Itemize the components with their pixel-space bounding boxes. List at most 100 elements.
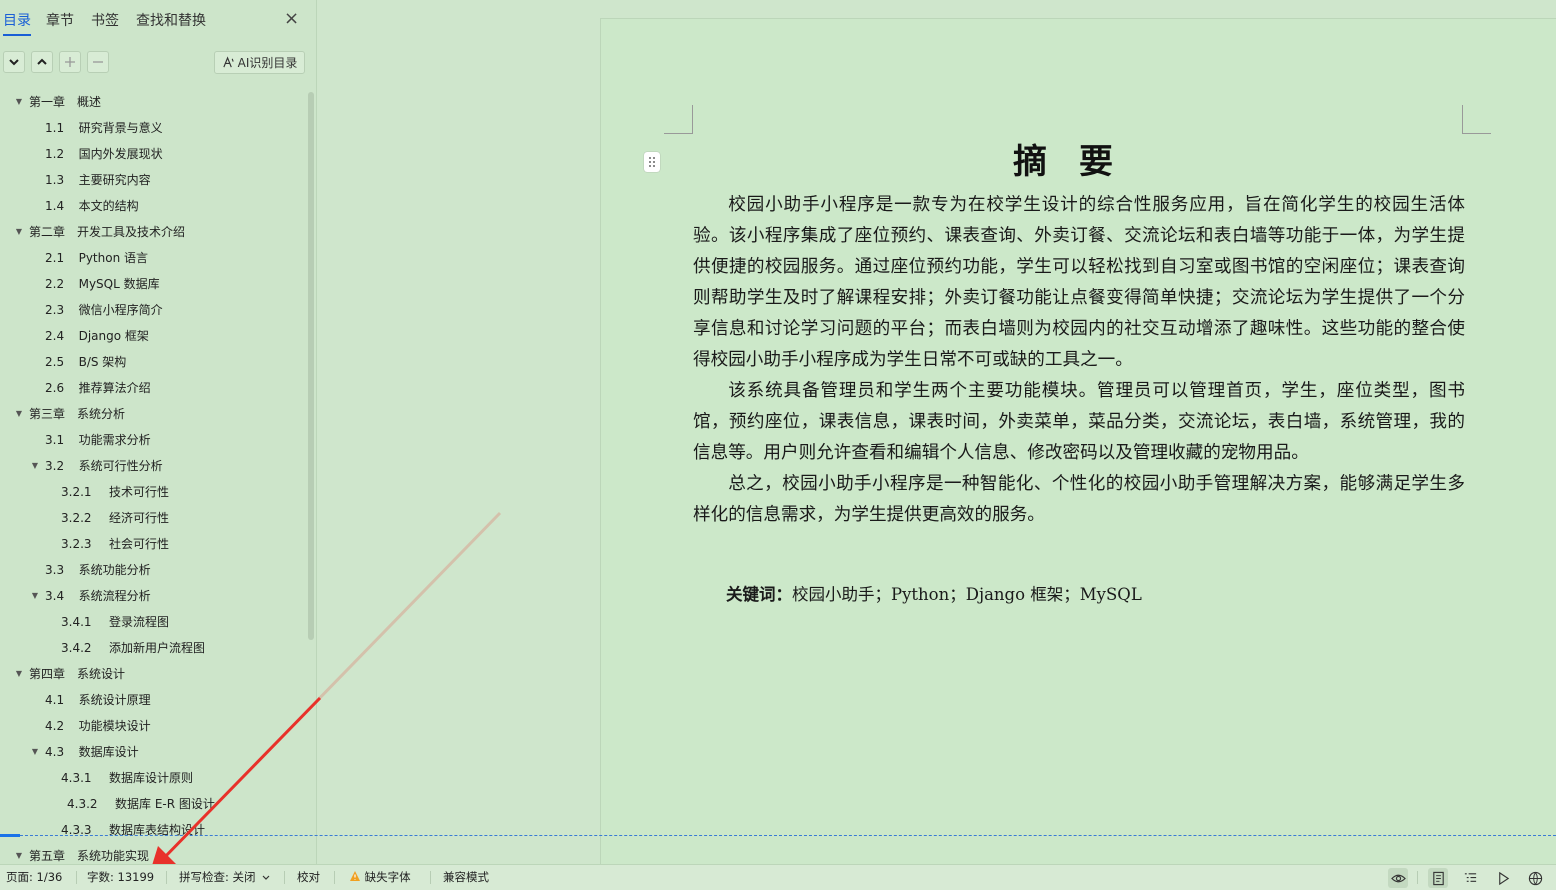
keywords-line: 关键词：校园小助手；Python；Django 框架；MySQL (693, 580, 1465, 610)
toc-item-number: 4.3.1 (61, 771, 92, 785)
tab-bookmarks[interactable]: 书签 (91, 10, 119, 30)
toc-item-number: 第二章 (29, 225, 66, 239)
eye-protect-icon[interactable] (1388, 868, 1408, 888)
expand-arrow-icon[interactable]: ▼ (30, 585, 40, 607)
expand-arrow-icon[interactable]: ▼ (14, 403, 24, 425)
expand-arrow-icon[interactable]: ▼ (30, 741, 40, 763)
remove-heading-button[interactable] (87, 51, 109, 73)
keywords-label: 关键词： (726, 585, 792, 604)
toc-item-title: 数据库设计 (78, 745, 139, 759)
toc-item-number: 1.3 (45, 173, 65, 187)
outline-view-icon[interactable] (1460, 868, 1480, 888)
toc-item-title: 功能需求分析 (78, 433, 151, 447)
toc-scrollbar[interactable] (308, 92, 314, 640)
spell-check-label: 拼写检查: 关闭 (179, 870, 256, 884)
page-indicator[interactable]: 页面: 1/36 (6, 865, 62, 890)
toc-item-number: 3.1 (45, 433, 65, 447)
toc-item-number: 3.4 (45, 589, 65, 603)
missing-font-label: 缺失字体 (364, 870, 411, 884)
missing-font-button[interactable]: 缺失字体 (349, 865, 411, 890)
close-icon[interactable]: × (284, 8, 299, 29)
abstract-body: 校园小助手小程序是一款专为在校学生设计的综合性服务应用，旨在简化学生的校园生活体… (693, 190, 1465, 531)
collapse-up-button[interactable] (31, 51, 53, 73)
toc-item-number: 第四章 (29, 667, 66, 681)
toc-item-title: 微信小程序简介 (78, 303, 163, 317)
toc-item-number: 2.4 (45, 329, 65, 343)
status-divider (284, 871, 285, 884)
toc-tree: ▼ 第一章 概述 1.1 研究背景与意义 1.2 国内外发展现状 1.3 主要研究内容 1.4 本文… (0, 90, 305, 864)
abstract-paragraph: 该系统具备管理员和学生两个主要功能模块。管理员可以管理首页，学生，座位类型，图书… (693, 381, 1465, 463)
toc-item-number: 4.2 (45, 719, 65, 733)
toc-item-number: 第三章 (29, 407, 66, 421)
toc-item-title: B/S 架构 (78, 355, 127, 369)
tab-toc[interactable]: 目录 (3, 10, 31, 36)
toc-item-title: 系统功能实现 (77, 849, 150, 863)
toc-item-number: 2.1 (45, 251, 65, 265)
status-divider (166, 871, 167, 884)
document-title: 摘要 (1013, 142, 1145, 182)
page-break-marker (0, 834, 20, 837)
toc-item-title: 系统设计原理 (78, 693, 151, 707)
status-divider (76, 871, 77, 884)
toc-panel: 目录 章节 书签 查找和替换 × AI识别目录 ▼ 第一章 概述 1.1 研究背景与意义… (0, 0, 317, 864)
toc-item-number: 3.4.1 (61, 615, 92, 629)
expand-arrow-icon[interactable]: ▼ (30, 455, 40, 477)
toc-item-title: 添加新用户流程图 (109, 641, 206, 655)
toc-item-number: 第一章 (29, 95, 66, 109)
toc-item-title: 技术可行性 (109, 485, 170, 499)
toc-item-title: 国内外发展现状 (78, 147, 163, 161)
toc-item-number: 第五章 (29, 849, 66, 863)
abstract-paragraph: 总之，校园小助手小程序是一种智能化、个性化的校园小助手管理解决方案，能够满足学生… (693, 474, 1465, 525)
minus-icon (93, 61, 103, 63)
chevron-down-icon (262, 875, 270, 880)
page-break-line (0, 835, 1556, 836)
toc-item-title: Django 框架 (78, 329, 149, 343)
ai-button-label: AI识别目录 (237, 56, 298, 70)
toc-item-title: 社会可行性 (109, 537, 170, 551)
toc-item-title: 数据库设计原则 (109, 771, 194, 785)
ai-icon (222, 56, 234, 68)
expand-arrow-icon[interactable]: ▼ (14, 221, 24, 243)
toc-item-number: 3.2.2 (61, 511, 92, 525)
tab-chapters[interactable]: 章节 (46, 10, 74, 30)
play-icon[interactable] (1493, 868, 1513, 888)
toc-item-number: 2.6 (45, 381, 65, 395)
status-divider (334, 871, 335, 884)
toc-item-title: 主要研究内容 (78, 173, 151, 187)
tab-find-replace[interactable]: 查找和替换 (136, 10, 206, 30)
toc-item-number: 1.1 (45, 121, 65, 135)
page-corner-mark (1462, 105, 1491, 134)
toc-item-title: 系统功能分析 (78, 563, 151, 577)
toc-item-title: 经济可行性 (109, 511, 170, 525)
abstract-paragraph: 校园小助手小程序是一款专为在校学生设计的综合性服务应用，旨在简化学生的校园生活体… (693, 195, 1465, 370)
word-count[interactable]: 字数: 13199 (87, 865, 154, 890)
ai-recognize-toc-button[interactable]: AI识别目录 (214, 51, 305, 74)
keywords-value: 校园小助手；Python；Django 框架；MySQL (792, 585, 1142, 604)
page-view-icon[interactable] (1428, 868, 1448, 888)
toc-item-title: 系统流程分析 (78, 589, 151, 603)
add-heading-button[interactable] (59, 51, 81, 73)
warning-icon (350, 871, 360, 881)
toc-item-number: 1.2 (45, 147, 65, 161)
proofread-button[interactable]: 校对 (297, 865, 320, 890)
web-layout-icon[interactable] (1525, 868, 1545, 888)
toc-item-title: 系统设计 (77, 667, 126, 681)
expand-arrow-icon[interactable]: ▼ (14, 845, 24, 864)
toc-item-number: 3.2.1 (61, 485, 92, 499)
collapse-down-button[interactable] (3, 51, 25, 73)
toc-item-number: 4.3.2 (67, 797, 98, 811)
expand-arrow-icon[interactable]: ▼ (14, 663, 24, 685)
toc-item-title: 数据库 E-R 图设计 (115, 797, 215, 811)
spell-check-toggle[interactable]: 拼写检查: 关闭 (179, 865, 270, 890)
toc-item-title: Python 语言 (78, 251, 149, 265)
toc-item-title: 登录流程图 (109, 615, 170, 629)
toc-item-number: 2.2 (45, 277, 65, 291)
status-bar: 页面: 1/36 字数: 13199 拼写检查: 关闭 校对 缺失字体 兼容模式 (0, 864, 1556, 890)
expand-arrow-icon[interactable]: ▼ (14, 91, 24, 113)
toc-item-number: 3.4.2 (61, 641, 92, 655)
document-page[interactable]: 摘要 校园小助手小程序是一款专为在校学生设计的综合性服务应用，旨在简化学生的校园… (600, 18, 1556, 864)
toc-item-number: 2.3 (45, 303, 65, 317)
compat-mode-label: 兼容模式 (443, 870, 489, 884)
toc-item-number: 4.3.3 (61, 823, 92, 837)
toc-item-title: 系统分析 (77, 407, 126, 421)
